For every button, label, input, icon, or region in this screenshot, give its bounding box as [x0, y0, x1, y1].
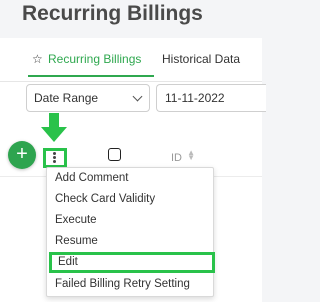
menu-item-edit[interactable]: Edit	[49, 252, 215, 273]
date-range-label: Date Range	[34, 91, 99, 105]
add-button[interactable]: +	[8, 141, 36, 169]
tab-historical-data[interactable]: Historical Data	[162, 52, 240, 66]
tab-label: Recurring Billings	[48, 52, 142, 66]
column-id-label: ID	[171, 152, 182, 164]
row-actions-button[interactable]	[43, 148, 67, 168]
star-outline-icon: ☆	[32, 52, 43, 66]
arrow-down-icon	[41, 113, 67, 142]
active-tab-indicator	[28, 75, 154, 77]
menu-item-execute[interactable]: Execute	[47, 211, 213, 232]
tab-recurring-billings[interactable]: ☆ Recurring Billings	[32, 52, 141, 66]
menu-item-failed-billing-retry-setting[interactable]: Failed Billing Retry Setting	[47, 275, 213, 296]
page-title: Recurring Billings	[22, 2, 203, 25]
chevron-down-icon	[132, 91, 143, 102]
context-menu: Add Comment Check Card Validity Execute …	[46, 167, 215, 297]
menu-item-add-comment[interactable]: Add Comment	[47, 169, 213, 190]
menu-item-resume[interactable]: Resume	[47, 232, 213, 253]
tab-bar: ☆ Recurring Billings Historical Data	[0, 38, 262, 82]
select-all-checkbox[interactable]	[108, 148, 121, 161]
column-header-id[interactable]: ID ▲ ▼	[171, 148, 195, 165]
menu-item-check-card-validity[interactable]: Check Card Validity	[47, 190, 213, 211]
tabs-divider	[0, 81, 262, 82]
sort-icon: ▲ ▼	[187, 148, 195, 162]
date-range-select[interactable]: Date Range	[26, 84, 150, 112]
date-input[interactable]: 11-11-2022	[156, 84, 266, 112]
kebab-icon	[53, 152, 57, 164]
